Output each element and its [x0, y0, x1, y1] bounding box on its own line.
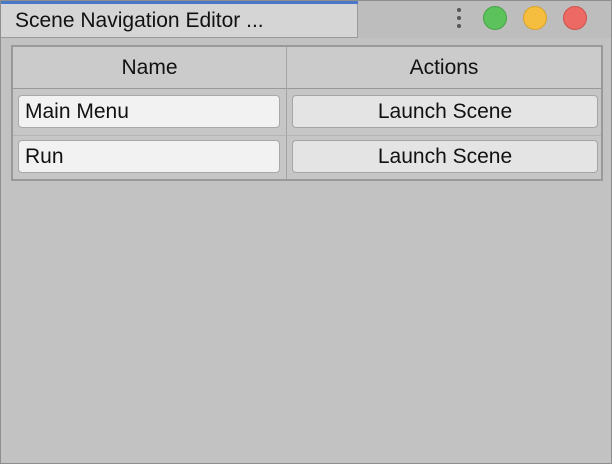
column-header-name: Name: [13, 47, 286, 89]
close-button[interactable]: [563, 6, 587, 30]
scene-name-field[interactable]: Main Menu: [18, 95, 280, 128]
launch-scene-button[interactable]: Launch Scene: [292, 95, 598, 128]
column-header-actions: Actions: [287, 47, 601, 89]
tab-scene-navigation-editor[interactable]: Scene Navigation Editor ...: [1, 1, 358, 38]
launch-scene-button[interactable]: Launch Scene: [292, 140, 598, 173]
scenes-table: Name Actions Main Menu Launch Scene Run …: [11, 45, 603, 181]
more-options-icon[interactable]: [455, 7, 463, 29]
tab-title: Scene Navigation Editor ...: [15, 9, 264, 32]
maximize-button[interactable]: [483, 6, 507, 30]
column-divider[interactable]: [286, 47, 287, 179]
tab-active-indicator: [1, 1, 358, 4]
minimize-button[interactable]: [523, 6, 547, 30]
tab-strip: Scene Navigation Editor ...: [1, 1, 611, 38]
editor-window: Scene Navigation Editor ... Name Actions…: [0, 0, 612, 464]
row-divider: [13, 135, 601, 136]
scene-name-field[interactable]: Run: [18, 140, 280, 173]
